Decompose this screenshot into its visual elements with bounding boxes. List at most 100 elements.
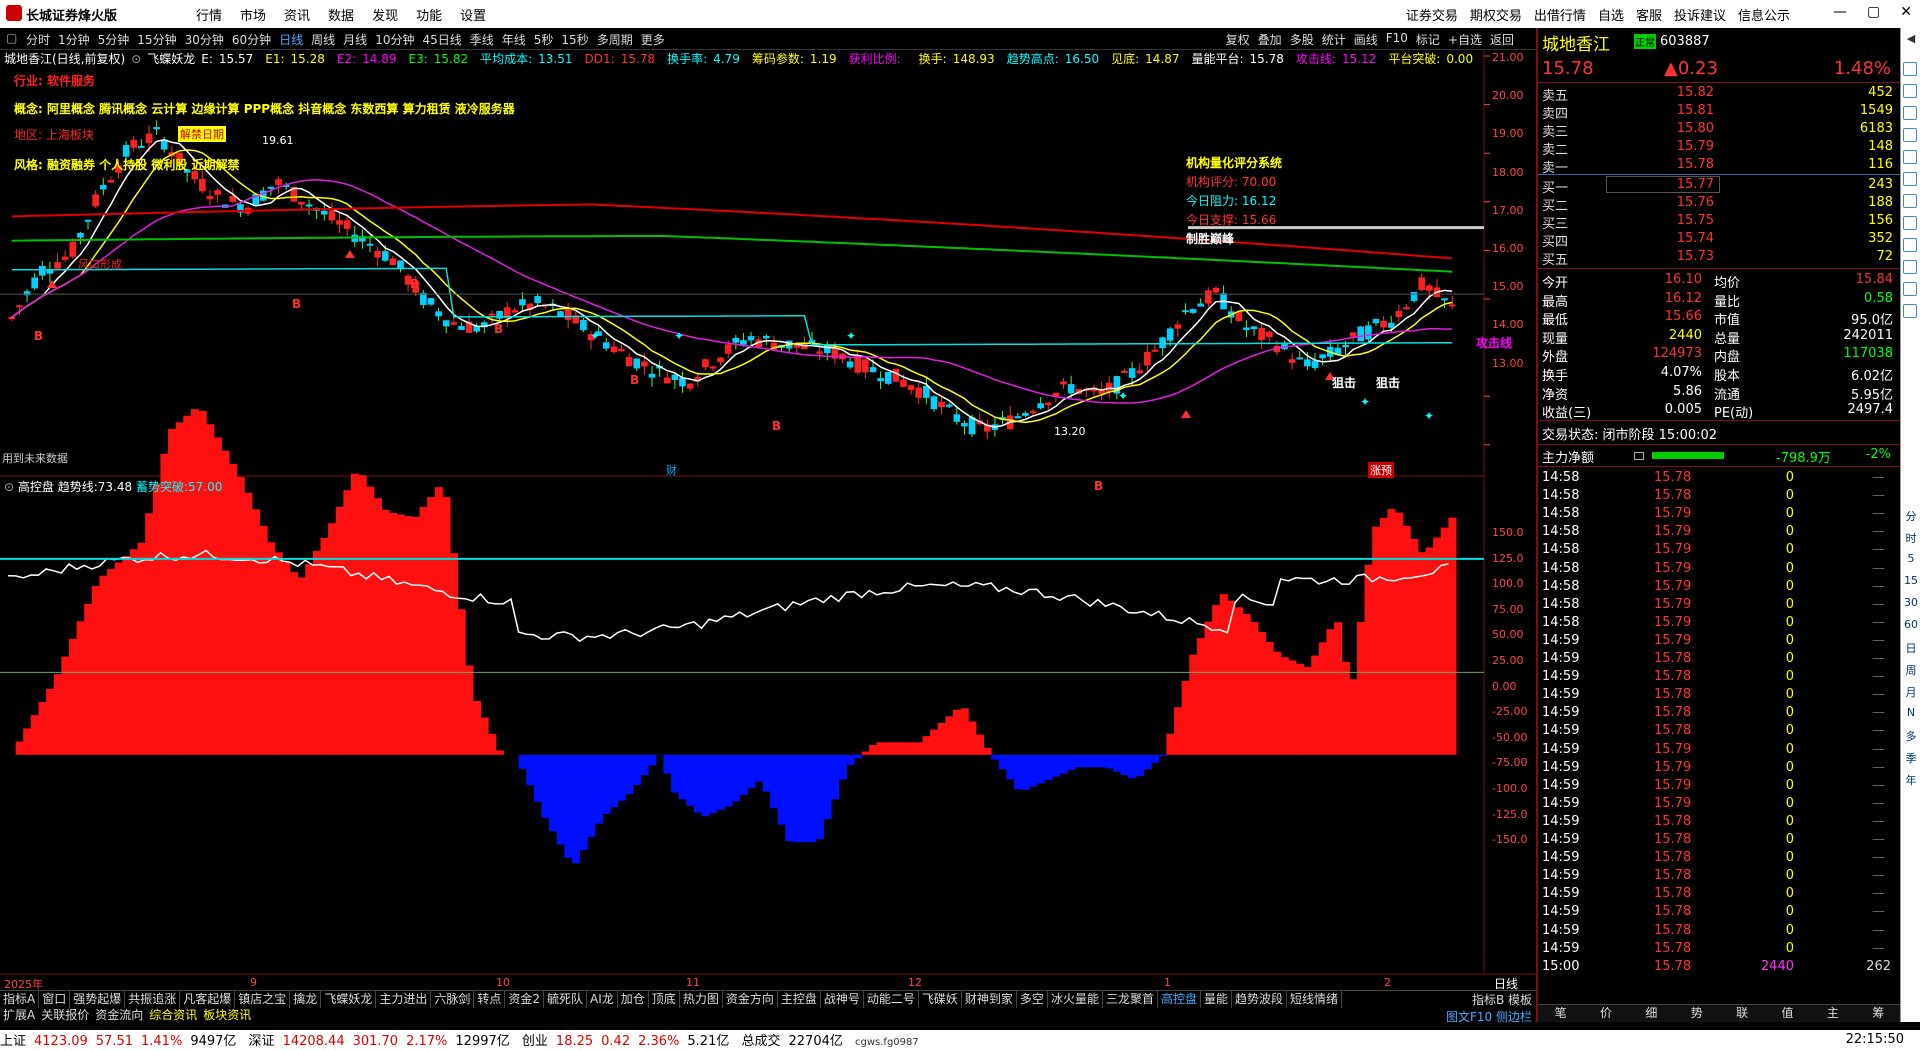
sidebar-period[interactable]: 分 [1903, 508, 1919, 524]
indicator-tab[interactable]: 六脉剑 [431, 991, 475, 1008]
period-tab[interactable]: 5秒 [534, 31, 554, 48]
scroll-up-icon[interactable]: ◀ [1903, 32, 1919, 45]
indicator-tab[interactable]: 顶底 [649, 991, 680, 1008]
kline-chart[interactable]: B B B B B B B ✦ ✦ ✦ ✦ ✦ ✦ [0, 50, 1536, 990]
indicator-tab[interactable]: 短线情绪 [1287, 991, 1343, 1008]
indicator-tab[interactable]: 凡客起爆 [180, 991, 236, 1008]
extension-tab[interactable]: 综合资讯 [146, 1008, 200, 1023]
sub-collapse-icon[interactable]: ⊙ [4, 480, 14, 494]
extension-tab[interactable]: 资金流向 [92, 1008, 146, 1023]
right-menu-item[interactable]: 投诉建议 [1674, 5, 1726, 24]
period-tab[interactable]: 1分钟 [58, 31, 90, 48]
indicator-tab[interactable]: 窗口 [39, 991, 71, 1008]
tabs1-right[interactable]: 指标B 模板 [1472, 991, 1532, 1008]
sidebar-period[interactable]: 多 [1903, 728, 1919, 744]
menu-item[interactable]: 资讯 [284, 5, 310, 24]
sidebar-tool-icon[interactable] [1903, 216, 1917, 230]
chart-tool-button[interactable]: 多股 [1290, 31, 1314, 48]
quote-tab[interactable]: 笔 [1538, 1005, 1583, 1022]
indicator-tab[interactable]: 强势起爆 [70, 991, 126, 1008]
indicator-tab[interactable]: 转点 [474, 991, 506, 1008]
chart-tool-button[interactable]: 画线 [1354, 31, 1378, 48]
chart-tool-button[interactable]: 复权 [1226, 31, 1250, 48]
indicator-tab[interactable]: 毓死队 [544, 991, 588, 1008]
indicator-tab[interactable]: 冰火量能 [1048, 991, 1103, 1008]
sidebar-tool-icon[interactable] [1903, 238, 1917, 252]
chart-tool-button[interactable]: 叠加 [1258, 31, 1282, 48]
bid-row[interactable]: 买四 15.74 352 [1538, 231, 1901, 250]
menu-item[interactable]: 行情 [196, 5, 222, 24]
extension-tab[interactable]: 关联报价 [38, 1008, 92, 1023]
sidebar-period[interactable]: 日 [1903, 640, 1919, 656]
sidebar-tool-icon[interactable] [1903, 260, 1917, 274]
period-tab[interactable]: 30分钟 [185, 31, 224, 48]
sidebar-period[interactable]: 15 [1903, 574, 1919, 587]
sidebar-tool-icon[interactable] [1903, 106, 1917, 120]
indicator-tab[interactable]: 高控盘 [1158, 991, 1201, 1008]
sidebar-period[interactable]: 周 [1903, 662, 1919, 678]
close-icon[interactable]: ✕ [1900, 4, 1912, 20]
ask-row[interactable]: 卖二 15.79 148 [1538, 139, 1901, 158]
indicator-tab[interactable]: 擒龙 [290, 991, 322, 1008]
right-menu-item[interactable]: 客服 [1636, 5, 1662, 24]
indicator-tab[interactable]: 动能二号 [864, 991, 919, 1008]
indicator-tab[interactable]: 多空 [1017, 991, 1048, 1008]
chart-tool-button[interactable]: +自选 [1448, 31, 1482, 48]
period-tab[interactable]: 45日线 [422, 31, 461, 48]
bid-row[interactable]: 买五 15.73 72 [1538, 249, 1901, 268]
period-tab[interactable]: 季线 [470, 31, 494, 48]
indicator-tab[interactable]: 资金方向 [723, 991, 778, 1008]
quote-tab[interactable]: 细 [1629, 1005, 1674, 1022]
collapse-icon[interactable]: ▢ [6, 31, 17, 45]
sidebar-tool-icon[interactable] [1903, 62, 1917, 76]
indicator-tab[interactable]: 主力进出 [376, 991, 432, 1008]
period-tab[interactable]: 日线 [279, 31, 303, 48]
sidebar-period[interactable]: 30 [1903, 596, 1919, 609]
indicator-tab[interactable]: 指标A [0, 991, 40, 1008]
chart-tool-button[interactable]: F10 [1386, 31, 1408, 48]
right-menu-item[interactable]: 信息公示 [1738, 5, 1790, 24]
period-tab[interactable]: 60分钟 [232, 31, 271, 48]
menu-item[interactable]: 数据 [328, 5, 354, 24]
extension-tab[interactable]: 板块资讯 [200, 1008, 254, 1023]
chart-tool-button[interactable]: 返回 [1490, 31, 1514, 48]
indicator-tab[interactable]: 飞碟妖 [919, 991, 962, 1008]
minimize-icon[interactable]: — [1833, 4, 1847, 20]
indicator-tab[interactable]: 三龙聚首 [1103, 991, 1158, 1008]
sidebar-tool-icon[interactable] [1903, 150, 1917, 164]
period-tab[interactable]: 更多 [641, 31, 665, 48]
indicator-tab[interactable]: 财神到家 [962, 991, 1017, 1008]
bid-row[interactable]: 买二 15.76 188 [1538, 195, 1901, 214]
indicator-tab[interactable]: 主控盘 [778, 991, 821, 1008]
menu-item[interactable]: 市场 [240, 5, 266, 24]
indicator-tab[interactable]: 量能 [1201, 991, 1232, 1008]
period-tab[interactable]: 5分钟 [98, 31, 130, 48]
sidebar-period[interactable]: 年 [1903, 772, 1919, 788]
period-tab[interactable]: 15秒 [561, 31, 588, 48]
period-tab[interactable]: 10分钟 [375, 31, 414, 48]
sidebar-period[interactable]: 60 [1903, 618, 1919, 631]
sidebar-period[interactable]: 月 [1903, 684, 1919, 700]
sidebar-tool-icon[interactable] [1903, 304, 1917, 318]
period-tab[interactable]: 周线 [311, 31, 335, 48]
ask-row[interactable]: 卖四 15.81 1549 [1538, 103, 1901, 122]
period-tab[interactable]: 分时 [26, 31, 50, 48]
right-menu-item[interactable]: 出借行情 [1534, 5, 1586, 24]
right-menu-item[interactable]: 期权交易 [1470, 5, 1522, 24]
maximize-icon[interactable]: ▢ [1867, 4, 1880, 20]
extension-tab[interactable]: 扩展A [0, 1008, 38, 1023]
indicator-tab[interactable]: 战神号 [821, 991, 864, 1008]
menu-item[interactable]: 发现 [372, 5, 398, 24]
sidebar-tool-icon[interactable] [1903, 128, 1917, 142]
quote-tab[interactable]: 值 [1765, 1005, 1810, 1022]
ask-row[interactable]: 卖五 15.82 452 [1538, 85, 1901, 104]
indicator-tab[interactable]: 热力图 [680, 991, 723, 1008]
sidebar-tool-icon[interactable] [1903, 172, 1917, 186]
chart-tool-button[interactable]: 统计 [1322, 31, 1346, 48]
quote-tab[interactable]: 势 [1674, 1005, 1719, 1022]
quote-tab[interactable]: 主 [1810, 1005, 1855, 1022]
indicator-tab[interactable]: 共振追涨 [125, 991, 181, 1008]
indicator-tab[interactable]: 趋势波段 [1232, 991, 1288, 1008]
quote-tab[interactable]: 价 [1583, 1005, 1628, 1022]
sidebar-tool-icon[interactable] [1903, 194, 1917, 208]
